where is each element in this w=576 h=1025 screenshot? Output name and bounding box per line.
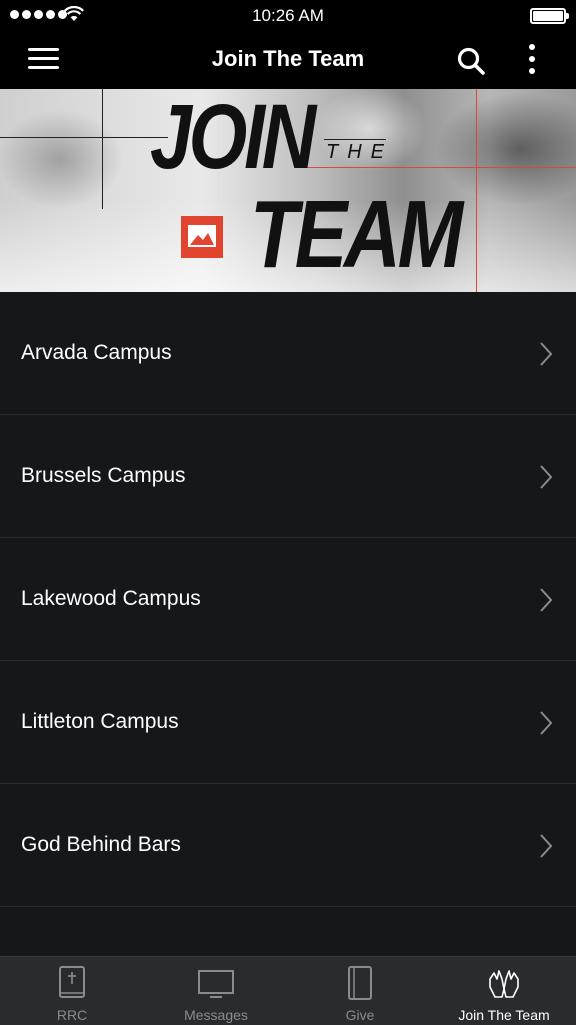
navigation-bar: Join The Team [0, 30, 576, 89]
chevron-right-icon [540, 711, 553, 735]
bible-icon [59, 966, 85, 998]
tab-join-the-team[interactable]: Join The Team [432, 957, 576, 1025]
chevron-right-icon [540, 588, 553, 612]
list-item-label: Brussels Campus [21, 464, 186, 487]
tab-rrc[interactable]: RRC [0, 957, 144, 1025]
chevron-right-icon [540, 342, 553, 366]
more-options-icon[interactable] [520, 44, 544, 76]
banner-heading-team: TEAM [250, 181, 463, 288]
status-time: 10:26 AM [252, 6, 324, 25]
join-the-team-banner: JOIN THE TEAM [0, 89, 576, 292]
tab-bar: RRC Messages Give Join The Team [0, 956, 576, 1025]
list-item-label: Arvada Campus [21, 341, 172, 364]
list-item-littleton-campus[interactable]: Littleton Campus [0, 661, 576, 784]
list-item-brussels-campus[interactable]: Brussels Campus [0, 415, 576, 538]
list-item-label: Lakewood Campus [21, 587, 201, 610]
book-icon [348, 966, 372, 1000]
banner-line [324, 139, 386, 140]
church-logo [181, 216, 223, 258]
hands-icon [489, 970, 519, 998]
banner-heading-join: JOIN [150, 89, 316, 188]
tab-label: Messages [184, 1007, 248, 1023]
banner-line [0, 137, 168, 138]
banner-red-line [476, 89, 477, 292]
tab-label: Give [345, 1007, 375, 1023]
banner-line [102, 89, 103, 209]
banner-heading-the: THE [326, 141, 393, 163]
banner-red-line [300, 167, 576, 168]
battery-icon [530, 8, 569, 24]
campus-list: Arvada Campus Brussels Campus Lakewood C… [0, 292, 576, 907]
list-item-label: Littleton Campus [21, 710, 179, 733]
status-bar: 10:26 AM [0, 0, 576, 30]
tab-messages[interactable]: Messages [144, 957, 288, 1025]
monitor-icon [198, 970, 234, 998]
list-item-lakewood-campus[interactable]: Lakewood Campus [0, 538, 576, 661]
tab-label: Join The Team [458, 1007, 550, 1023]
chevron-right-icon [540, 465, 553, 489]
chevron-right-icon [540, 834, 553, 858]
tab-give[interactable]: Give [288, 957, 432, 1025]
tab-label: RRC [56, 1007, 88, 1023]
list-item-label: God Behind Bars [21, 833, 181, 856]
page-title: Join The Team [211, 46, 365, 71]
list-item-god-behind-bars[interactable]: God Behind Bars [0, 784, 576, 907]
search-icon[interactable] [456, 46, 486, 76]
list-item-arvada-campus[interactable]: Arvada Campus [0, 292, 576, 415]
